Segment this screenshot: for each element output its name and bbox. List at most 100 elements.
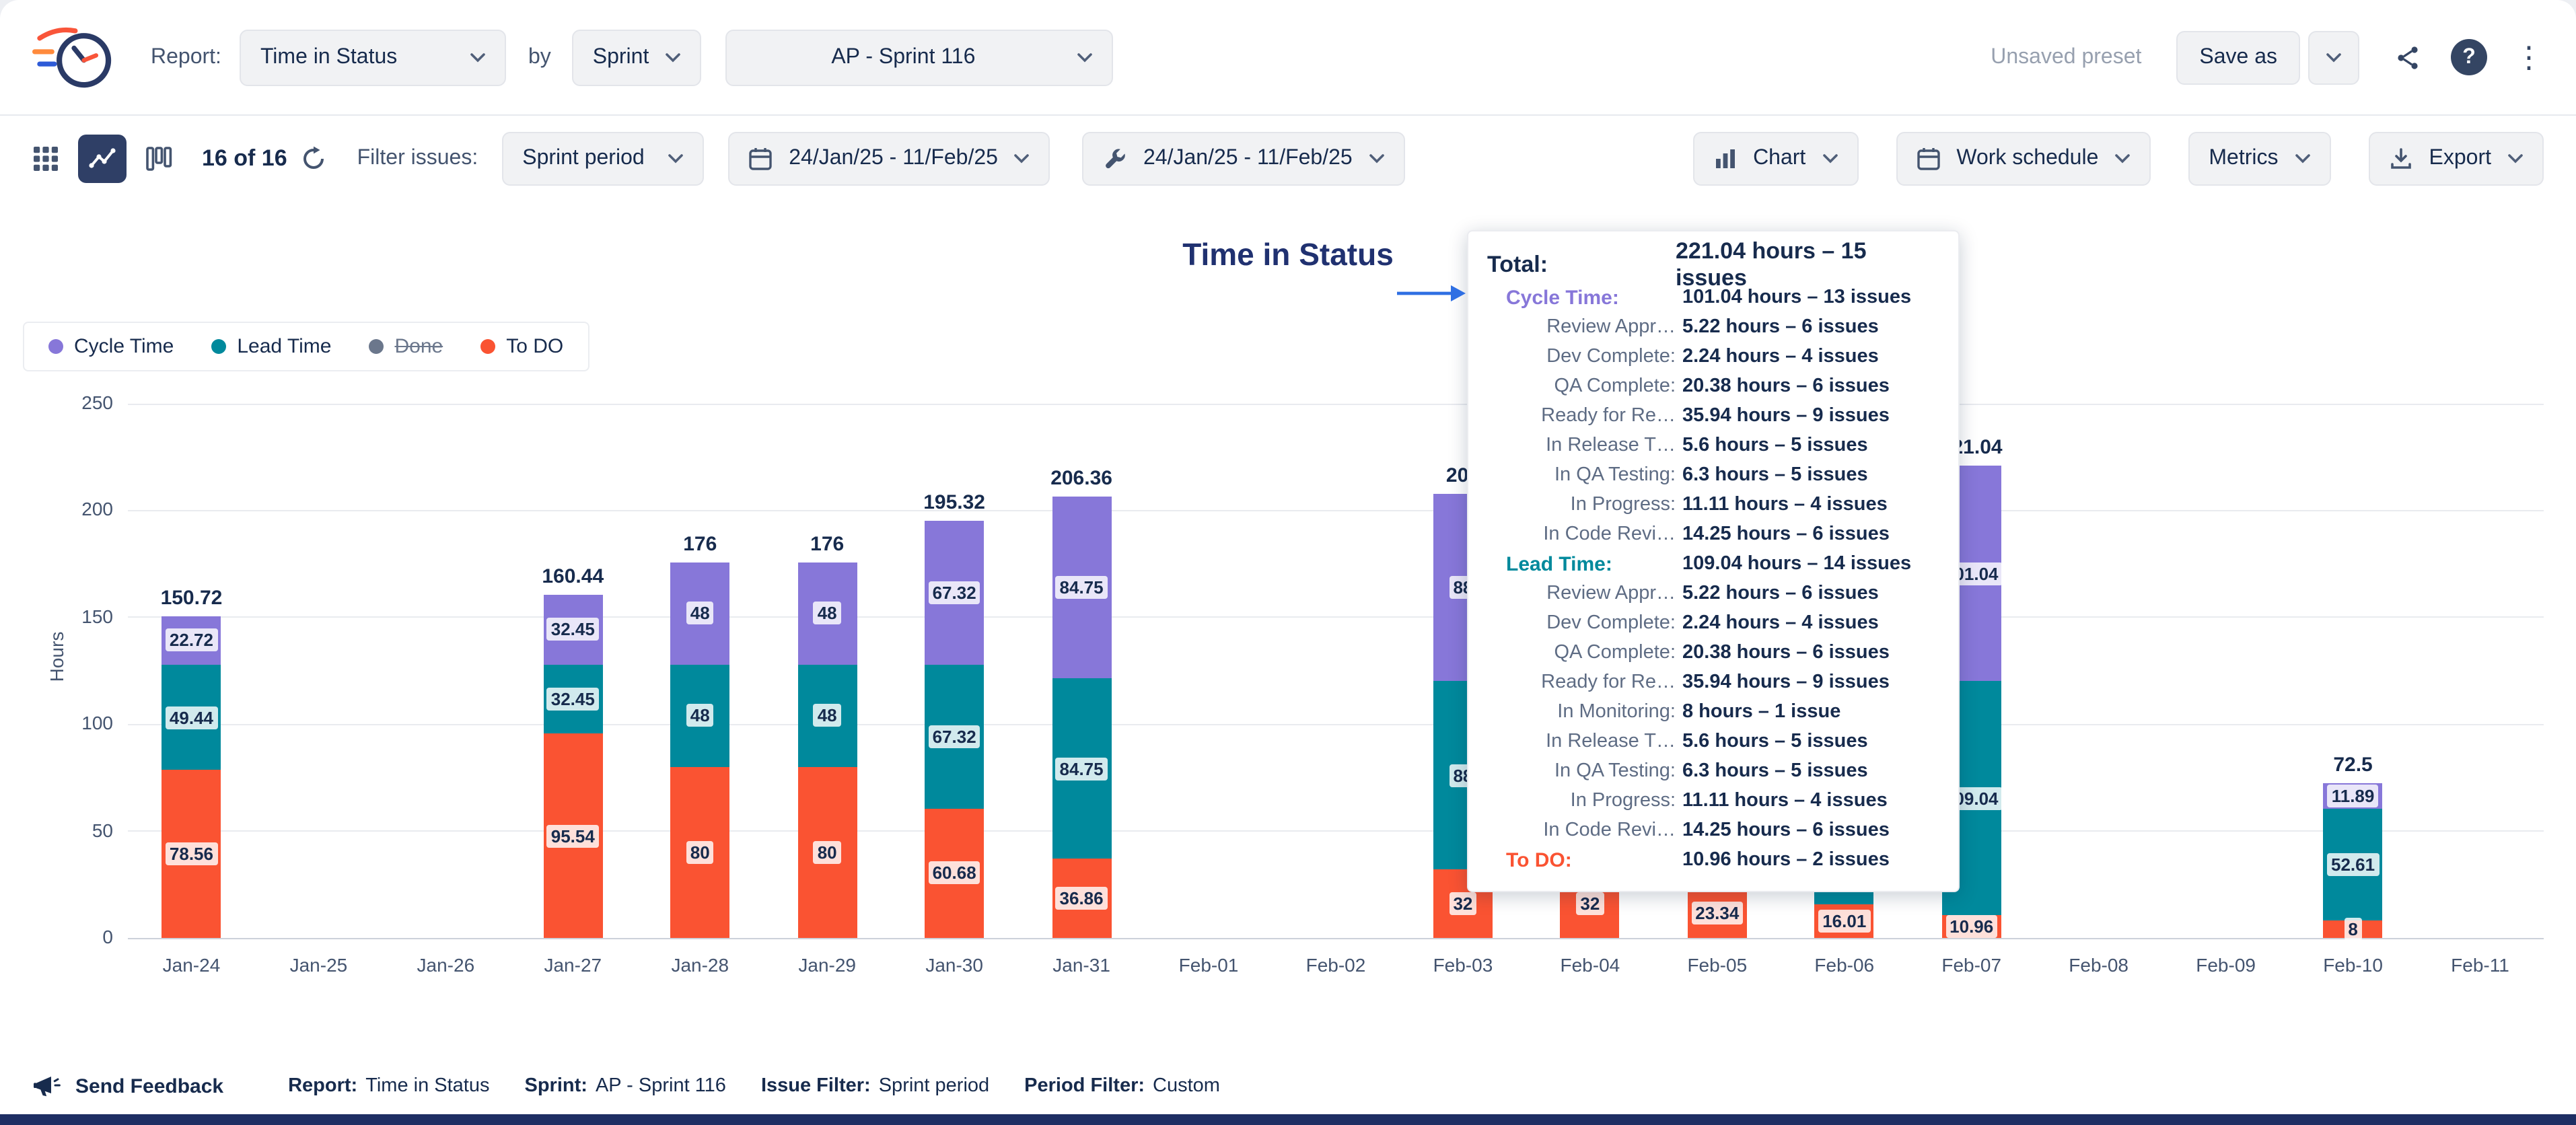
tooltip-status-value: 5.22 hours – 6 issues [1676, 316, 1879, 338]
x-axis-tick-label: Jan-27 [509, 954, 637, 976]
help-icon[interactable]: ? [2451, 39, 2487, 75]
bar-segment-to-do[interactable]: 80 [670, 767, 729, 938]
x-axis-tick-label: Jan-31 [1018, 954, 1145, 976]
tooltip-status-value: 35.94 hours – 9 issues [1676, 672, 1890, 693]
bar-segment-lead-time[interactable]: 49.44 [162, 665, 221, 770]
bar-segment-value: 32.45 [547, 618, 599, 641]
bar-total-label: 195.32 [891, 491, 1018, 514]
bar-segment-to-do[interactable]: 16.01 [1815, 904, 1874, 938]
bar-segment-lead-time[interactable]: 67.32 [925, 664, 984, 808]
calendar-icon [1916, 147, 1940, 171]
bar-segment-value: 8 [2344, 918, 2361, 941]
board-view-icon[interactable] [145, 145, 172, 172]
export-dropdown[interactable]: Export [2369, 132, 2544, 186]
chart-type-dropdown[interactable]: Chart [1692, 132, 1858, 186]
tooltip-status-value: 35.94 hours – 9 issues [1676, 405, 1890, 427]
bar-segment-cycle-time[interactable]: 32.45 [543, 595, 602, 664]
bar-segment-cycle-time[interactable]: 48 [670, 562, 729, 664]
send-feedback-button[interactable]: Send Feedback [32, 1073, 223, 1099]
megaphone-icon [32, 1073, 62, 1099]
x-axis-tick-label: Jan-29 [764, 954, 891, 976]
bar-jan-30: 67.32 67.32 60.68 [925, 521, 984, 938]
tooltip-section-label: To DO: [1487, 848, 1676, 871]
app-header: Report: Time in Status by Sprint AP - Sp… [0, 0, 2576, 116]
bar-segment-to-do[interactable]: 80 [797, 767, 857, 938]
tooltip-status-label: In QA Testing: [1487, 760, 1676, 782]
bar-segment-value: 95.54 [547, 824, 599, 847]
work-schedule-dropdown[interactable]: Work schedule [1896, 132, 2151, 186]
bar-segment-lead-time[interactable]: 84.75 [1052, 678, 1111, 859]
legend-item-cycle-time[interactable]: Cycle Time [48, 335, 174, 358]
time-frame-dropdown[interactable]: 24/Jan/25 - 11/Feb/25 [1083, 132, 1405, 186]
save-as-button[interactable]: Save as [2176, 30, 2300, 84]
tooltip-total-row: Total: 221.04 hours – 15 issues [1487, 248, 1939, 283]
time-in-status-app: Report: Time in Status by Sprint AP - Sp… [0, 0, 2576, 1125]
bar-segment-cycle-time[interactable]: 84.75 [1052, 497, 1111, 678]
plot-area: 22.7249.4478.56150.7232.4532.4595.54160.… [128, 404, 2544, 938]
bar-segment-value: 67.32 [929, 725, 980, 748]
tooltip-status-label: Ready for Re… [1487, 672, 1676, 693]
metrics-dropdown[interactable]: Metrics [2188, 132, 2330, 186]
bar-segment-to-do[interactable]: 95.54 [543, 734, 602, 938]
bar-segment-to-do[interactable]: 36.86 [1052, 859, 1111, 938]
tooltip-status-label: In Monitoring: [1487, 701, 1676, 723]
bar-segment-to-do[interactable]: 8 [2324, 921, 2383, 938]
bar-segment-value: 32 [1449, 892, 1476, 915]
tooltip-status-row: Ready for Re…35.94 hours – 9 issues [1487, 401, 1939, 431]
bar-segment-cycle-time[interactable]: 48 [797, 562, 857, 664]
group-by-dropdown[interactable]: Sprint [573, 29, 702, 85]
tooltip-status-value: 8 hours – 1 issue [1676, 701, 1840, 723]
tooltip-status-label: QA Complete: [1487, 375, 1676, 397]
legend-label: Cycle Time [74, 335, 174, 358]
report-type-dropdown[interactable]: Time in Status [240, 29, 507, 85]
chevron-down-icon [2114, 153, 2131, 164]
issue-filter-dropdown[interactable]: Sprint period [502, 132, 704, 186]
tooltip-status-value: 5.22 hours – 6 issues [1676, 583, 1879, 604]
chart-view-icon[interactable] [78, 135, 127, 183]
bar-segment-to-do[interactable]: 60.68 [925, 808, 984, 938]
sprint-period-value: 24/Jan/25 - 11/Feb/25 [789, 147, 998, 171]
bar-segment-to-do[interactable]: 23.34 [1688, 888, 1747, 938]
legend-label: Lead Time [237, 335, 331, 358]
tooltip-total-value: 221.04 hours – 15 issues [1676, 238, 1939, 292]
x-axis-tick-label: Jan-24 [128, 954, 255, 976]
save-as-menu-button[interactable] [2308, 30, 2359, 84]
bar-segment-cycle-time[interactable]: 67.32 [925, 521, 984, 665]
legend-item-done[interactable]: Done [369, 335, 443, 358]
gridline [128, 403, 2544, 404]
chart-title: Time in Status [1182, 237, 1394, 273]
legend-item-lead-time[interactable]: Lead Time [211, 335, 331, 358]
bar-segment-lead-time[interactable]: 48 [670, 664, 729, 766]
calendar-icon [748, 147, 773, 171]
bar-segment-to-do[interactable]: 78.56 [162, 770, 221, 939]
bar-segment-value: 48 [814, 704, 841, 727]
bar-segment-lead-time[interactable]: 32.45 [543, 665, 602, 734]
tooltip-status-value: 6.3 hours – 5 issues [1676, 464, 1868, 486]
bar-segment-to-do[interactable]: 10.96 [1942, 914, 2001, 938]
chart-type-label: Chart [1753, 147, 1805, 171]
sprint-dropdown[interactable]: AP - Sprint 116 [725, 29, 1113, 85]
bar-segment-cycle-time[interactable]: 11.89 [2324, 783, 2383, 809]
share-icon[interactable] [2394, 44, 2421, 71]
tooltip-status-row: In Monitoring:8 hours – 1 issue [1487, 697, 1939, 727]
metrics-label: Metrics [2209, 147, 2278, 171]
grid-view-icon[interactable] [32, 145, 59, 172]
bar-segment-lead-time[interactable]: 52.61 [2324, 809, 2383, 921]
sprint-period-dropdown[interactable]: 24/Jan/25 - 11/Feb/25 [728, 132, 1050, 186]
legend-color-dot [211, 339, 226, 354]
bar-segment-cycle-time[interactable]: 22.72 [162, 616, 221, 664]
bar-segment-value: 67.32 [929, 581, 980, 604]
x-axis-tick-label: Feb-06 [1781, 954, 1908, 976]
bar-total-label: 72.5 [2289, 754, 2417, 776]
app-footer: Send Feedback Report:Time in StatusSprin… [0, 1058, 2576, 1114]
bar-segment-lead-time[interactable]: 48 [797, 664, 857, 766]
tooltip-status-row: Dev Complete:2.24 hours – 4 issues [1487, 342, 1939, 371]
refresh-icon[interactable] [301, 145, 328, 172]
kebab-menu-icon[interactable]: ⋮ [2514, 42, 2544, 72]
legend-item-to-do[interactable]: To DO [480, 335, 563, 358]
tooltip-status-row: QA Complete:20.38 hours – 6 issues [1487, 638, 1939, 667]
legend-color-dot [48, 339, 63, 354]
chevron-down-icon [1077, 52, 1093, 63]
bar-jan-31: 84.7584.7536.86 [1052, 497, 1111, 938]
tooltip-section-row: Cycle Time:101.04 hours – 13 issues [1487, 283, 1939, 312]
